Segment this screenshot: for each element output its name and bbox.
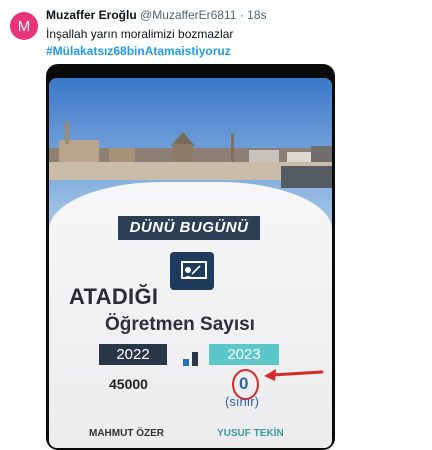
- tweet-media[interactable]: DÜNÜ BUGÜNÜ ATADIĞI Öğretmen Sayısı 2022…: [46, 64, 335, 450]
- bar-chart-icon: [183, 352, 198, 366]
- teacher-board-icon: [170, 252, 214, 290]
- heading-line-1: ATADIĞI: [69, 284, 159, 309]
- year-label-right: 2023: [209, 344, 279, 365]
- value-left: 45000: [109, 376, 148, 392]
- heading-line-2: Öğretmen Sayısı: [105, 314, 255, 335]
- hashtag-link[interactable]: #Mülakatsız68binAtamaistiyoruz: [46, 44, 231, 58]
- value-right-note: (sınır): [225, 394, 259, 409]
- separator-dot: ·: [239, 8, 244, 22]
- tweet-text: İnşallah yarın moralimizi bozmazlar: [46, 27, 234, 41]
- avatar[interactable]: M: [10, 12, 38, 40]
- avatar-letter: M: [17, 17, 31, 35]
- tweet-card[interactable]: M Muzaffer Eroğlu @MuzafferEr6811 · 18s …: [0, 0, 432, 450]
- arrow-annotation-icon: [264, 369, 324, 381]
- user-handle[interactable]: @MuzafferEr6811: [140, 8, 236, 22]
- person-right: YUSUF TEKİN: [217, 428, 284, 439]
- tweet-header: Muzaffer Eroğlu @MuzafferEr6811 · 18s: [46, 8, 267, 22]
- banner-title: DÜNÜ BUGÜNÜ: [118, 216, 260, 240]
- display-name[interactable]: Muzaffer Eroğlu: [46, 8, 137, 22]
- timestamp[interactable]: 18s: [247, 8, 266, 22]
- person-left: MAHMUT ÖZER: [89, 428, 164, 439]
- infographic: DÜNÜ BUGÜNÜ ATADIĞI Öğretmen Sayısı 2022…: [49, 78, 332, 448]
- year-label-left: 2022: [99, 344, 167, 365]
